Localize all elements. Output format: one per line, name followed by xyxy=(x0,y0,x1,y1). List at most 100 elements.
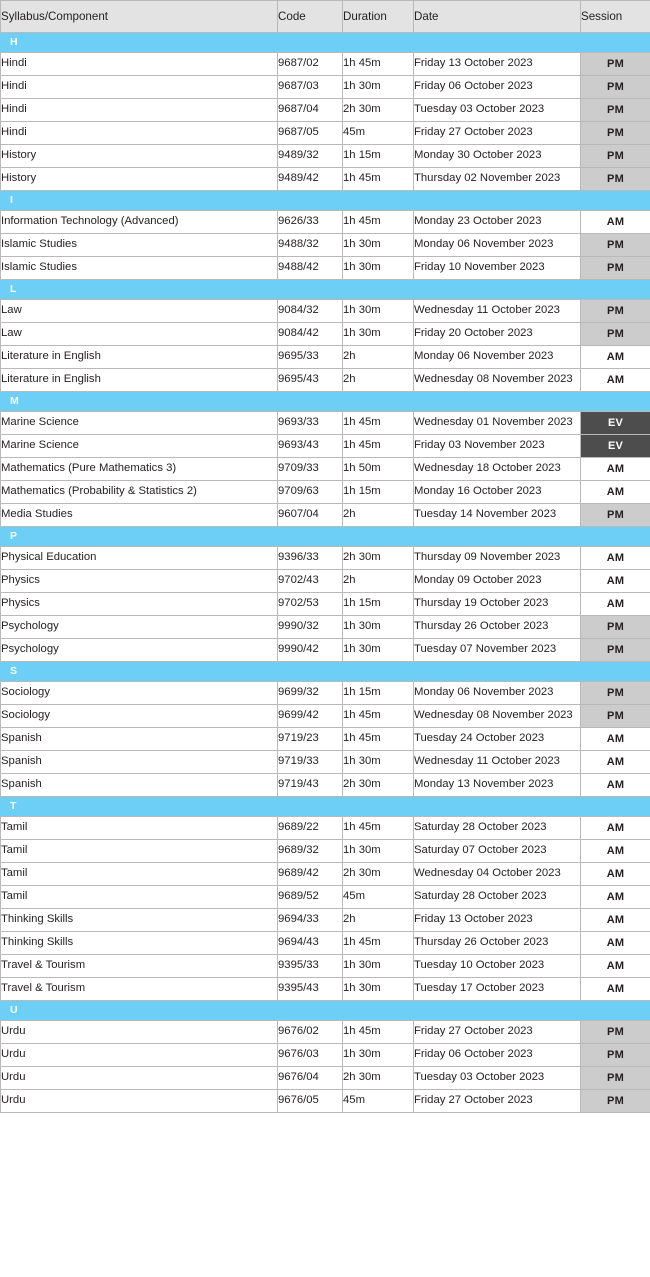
session-badge: AM xyxy=(580,816,650,840)
table-row: Physics 9702/43 2h Monday 09 October 2023 AM xyxy=(0,569,650,593)
session-badge: PM xyxy=(580,1089,650,1113)
cell-date: Friday 27 October 2023 xyxy=(413,1020,581,1044)
group-header-row: I xyxy=(0,190,650,211)
cell-duration: 1h 45m xyxy=(342,210,414,234)
cell-date: Wednesday 08 November 2023 xyxy=(413,368,581,392)
cell-code: 9689/42 xyxy=(277,862,343,886)
cell-date: Monday 23 October 2023 xyxy=(413,210,581,234)
table-row: Media Studies 9607/04 2h Tuesday 14 Novembe… xyxy=(0,503,650,527)
cell-syllabus: Travel & Tourism xyxy=(0,954,278,978)
cell-code: 9395/43 xyxy=(277,977,343,1001)
cell-syllabus: Physical Education xyxy=(0,546,278,570)
session-badge: PM xyxy=(580,144,650,168)
table-row: Urdu 9676/02 1h 45m Friday 27 October 2023 P… xyxy=(0,1020,650,1044)
cell-code: 9719/33 xyxy=(277,750,343,774)
cell-duration: 1h 30m xyxy=(342,977,414,1001)
cell-syllabus: Spanish xyxy=(0,750,278,774)
cell-syllabus: Islamic Studies xyxy=(0,233,278,257)
cell-duration: 1h 45m xyxy=(342,411,414,435)
cell-syllabus: Mathematics (Probability & Statistics 2) xyxy=(0,480,278,504)
session-badge: AM xyxy=(580,592,650,616)
session-badge: PM xyxy=(580,121,650,145)
session-badge: PM xyxy=(580,75,650,99)
cell-date: Friday 13 October 2023 xyxy=(413,908,581,932)
cell-code: 9990/32 xyxy=(277,615,343,639)
table-row: Islamic Studies 9488/42 1h 30m Friday 10 No… xyxy=(0,256,650,280)
session-badge: PM xyxy=(580,52,650,76)
cell-date: Thursday 09 November 2023 xyxy=(413,546,581,570)
cell-date: Friday 20 October 2023 xyxy=(413,322,581,346)
column-header-syllabus: Syllabus/Component xyxy=(0,0,278,33)
table-header: Syllabus/Component Code Duration Date Se… xyxy=(0,0,650,33)
cell-date: Wednesday 01 November 2023 xyxy=(413,411,581,435)
cell-code: 9489/42 xyxy=(277,167,343,191)
cell-code: 9694/33 xyxy=(277,908,343,932)
cell-duration: 1h 30m xyxy=(342,615,414,639)
cell-date: Tuesday 10 October 2023 xyxy=(413,954,581,978)
table-row: Law 9084/32 1h 30m Wednesday 11 October 202… xyxy=(0,299,650,323)
cell-date: Monday 30 October 2023 xyxy=(413,144,581,168)
cell-code: 9695/43 xyxy=(277,368,343,392)
cell-syllabus: Psychology xyxy=(0,615,278,639)
cell-date: Thursday 02 November 2023 xyxy=(413,167,581,191)
table-row: History 9489/32 1h 15m Monday 30 October 20… xyxy=(0,144,650,168)
column-header-session: Session xyxy=(580,0,650,33)
cell-code: 9676/05 xyxy=(277,1089,343,1113)
table-row: Urdu 9676/03 1h 30m Friday 06 October 2023 P… xyxy=(0,1043,650,1067)
table-row: Tamil 9689/42 2h 30m Wednesday 04 October 2… xyxy=(0,862,650,886)
cell-duration: 1h 50m xyxy=(342,457,414,481)
table-row: Thinking Skills 9694/43 1h 45m Thursday 26 … xyxy=(0,931,650,955)
cell-date: Tuesday 24 October 2023 xyxy=(413,727,581,751)
session-badge: AM xyxy=(580,977,650,1001)
table-row: Urdu 9676/05 45m Friday 27 October 2023 PM xyxy=(0,1089,650,1113)
cell-duration: 1h 15m xyxy=(342,480,414,504)
cell-date: Wednesday 11 October 2023 xyxy=(413,299,581,323)
table-row: Sociology 9699/32 1h 15m Monday 06 November… xyxy=(0,681,650,705)
cell-syllabus: Law xyxy=(0,299,278,323)
cell-syllabus: Tamil xyxy=(0,862,278,886)
table-row: Physical Education 9396/33 2h 30m Thursday … xyxy=(0,546,650,570)
session-badge: AM xyxy=(580,862,650,886)
cell-date: Friday 03 November 2023 xyxy=(413,434,581,458)
cell-code: 9676/04 xyxy=(277,1066,343,1090)
cell-code: 9687/04 xyxy=(277,98,343,122)
cell-syllabus: Urdu xyxy=(0,1043,278,1067)
cell-date: Tuesday 03 October 2023 xyxy=(413,98,581,122)
cell-duration: 2h xyxy=(342,368,414,392)
session-badge: PM xyxy=(580,1066,650,1090)
session-badge: AM xyxy=(580,727,650,751)
cell-duration: 45m xyxy=(342,121,414,145)
table-header-row: Syllabus/Component Code Duration Date Se… xyxy=(0,0,650,33)
session-badge: AM xyxy=(580,750,650,774)
table-row: Travel & Tourism 9395/43 1h 30m Tuesday 17 … xyxy=(0,977,650,1001)
cell-date: Wednesday 11 October 2023 xyxy=(413,750,581,774)
cell-duration: 2h 30m xyxy=(342,862,414,886)
cell-syllabus: Tamil xyxy=(0,839,278,863)
group-header-row: M xyxy=(0,391,650,412)
cell-code: 9489/32 xyxy=(277,144,343,168)
session-badge: AM xyxy=(580,368,650,392)
cell-syllabus: Hindi xyxy=(0,98,278,122)
session-badge: EV xyxy=(580,411,650,435)
column-header-date: Date xyxy=(413,0,581,33)
group-header-letter: H xyxy=(0,32,650,53)
session-badge: PM xyxy=(580,233,650,257)
cell-date: Friday 06 October 2023 xyxy=(413,75,581,99)
session-badge: PM xyxy=(580,1043,650,1067)
cell-date: Wednesday 04 October 2023 xyxy=(413,862,581,886)
session-badge: PM xyxy=(580,615,650,639)
cell-duration: 45m xyxy=(342,885,414,909)
cell-code: 9626/33 xyxy=(277,210,343,234)
table-row: Marine Science 9693/43 1h 45m Friday 03 Nov… xyxy=(0,434,650,458)
table-row: Spanish 9719/43 2h 30m Monday 13 November 2… xyxy=(0,773,650,797)
table-row: Hindi 9687/04 2h 30m Tuesday 03 October 202… xyxy=(0,98,650,122)
cell-code: 9709/63 xyxy=(277,480,343,504)
session-badge: PM xyxy=(580,638,650,662)
cell-code: 9699/42 xyxy=(277,704,343,728)
cell-date: Thursday 26 October 2023 xyxy=(413,615,581,639)
session-badge: PM xyxy=(580,503,650,527)
session-badge: AM xyxy=(580,931,650,955)
cell-duration: 1h 45m xyxy=(342,931,414,955)
cell-code: 9689/22 xyxy=(277,816,343,840)
table-row: Spanish 9719/33 1h 30m Wednesday 11 October… xyxy=(0,750,650,774)
